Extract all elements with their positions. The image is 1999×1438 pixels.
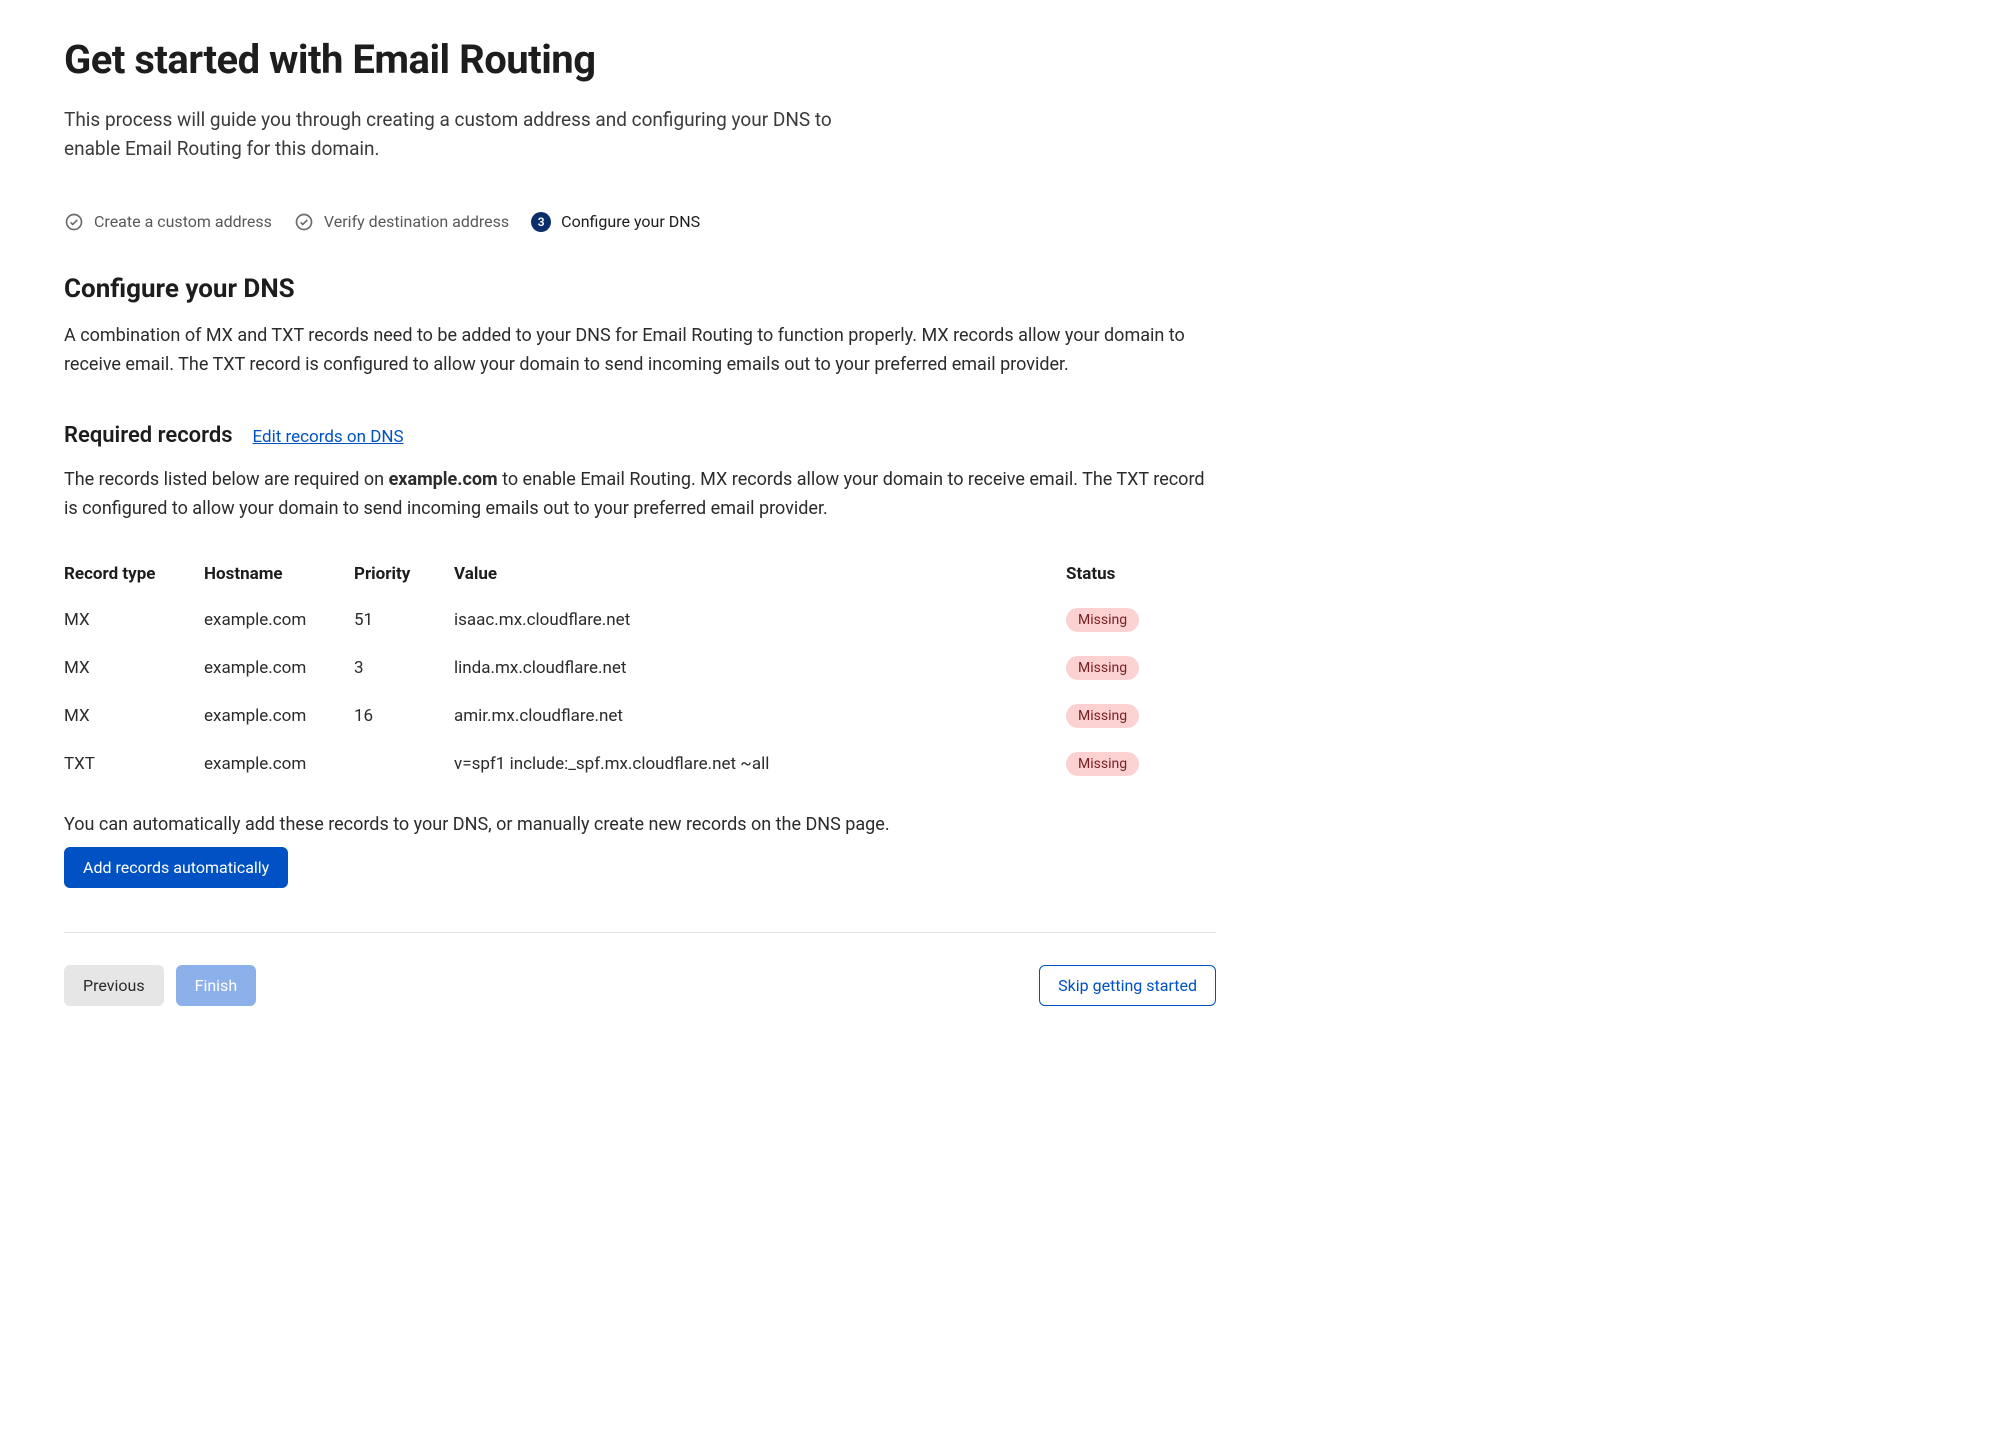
required-records-description: The records listed below are required on… (64, 466, 1216, 524)
cell-record-type: MX (64, 596, 204, 644)
add-records-automatically-button[interactable]: Add records automatically (64, 847, 288, 888)
step-verify-destination[interactable]: Verify destination address (294, 212, 509, 232)
th-priority: Priority (354, 554, 454, 596)
status-badge: Missing (1066, 752, 1139, 776)
auto-add-hint: You can automatically add these records … (64, 814, 1216, 835)
page-lead: This process will guide you through crea… (64, 105, 844, 164)
required-records-table: Record type Hostname Priority Value Stat… (64, 554, 1216, 788)
check-circle-icon (64, 212, 84, 232)
cell-hostname: example.com (204, 644, 354, 692)
section-heading: Configure your DNS (64, 274, 1216, 304)
cell-priority: 51 (354, 596, 454, 644)
cell-hostname: example.com (204, 692, 354, 740)
cell-value: amir.mx.cloudflare.net (454, 692, 1066, 740)
edit-records-link[interactable]: Edit records on DNS (253, 427, 404, 447)
step-label: Verify destination address (324, 212, 509, 231)
cell-hostname: example.com (204, 596, 354, 644)
table-row: MX example.com 16 amir.mx.cloudflare.net… (64, 692, 1216, 740)
cell-priority (354, 740, 454, 788)
status-badge: Missing (1066, 608, 1139, 632)
required-desc-prefix: The records listed below are required on (64, 469, 389, 490)
th-value: Value (454, 554, 1066, 596)
page-title: Get started with Email Routing (64, 36, 1216, 83)
skip-getting-started-button[interactable]: Skip getting started (1039, 965, 1216, 1006)
cell-value: isaac.mx.cloudflare.net (454, 596, 1066, 644)
cell-record-type: TXT (64, 740, 204, 788)
cell-priority: 16 (354, 692, 454, 740)
table-row: MX example.com 3 linda.mx.cloudflare.net… (64, 644, 1216, 692)
step-label: Create a custom address (94, 212, 272, 231)
step-create-address[interactable]: Create a custom address (64, 212, 272, 232)
status-badge: Missing (1066, 704, 1139, 728)
cell-priority: 3 (354, 644, 454, 692)
section-description: A combination of MX and TXT records need… (64, 322, 1216, 380)
wizard-steps: Create a custom address Verify destinati… (64, 212, 1216, 232)
th-record-type: Record type (64, 554, 204, 596)
step-configure-dns[interactable]: 3 Configure your DNS (531, 212, 700, 232)
step-label: Configure your DNS (561, 212, 700, 231)
th-status: Status (1066, 554, 1216, 596)
finish-button[interactable]: Finish (176, 965, 257, 1006)
table-row: MX example.com 51 isaac.mx.cloudflare.ne… (64, 596, 1216, 644)
cell-record-type: MX (64, 692, 204, 740)
wizard-footer: Previous Finish Skip getting started (64, 965, 1216, 1006)
status-badge: Missing (1066, 656, 1139, 680)
cell-value: v=spf1 include:_spf.mx.cloudflare.net ~a… (454, 740, 1066, 788)
previous-button[interactable]: Previous (64, 965, 164, 1006)
cell-hostname: example.com (204, 740, 354, 788)
th-hostname: Hostname (204, 554, 354, 596)
table-row: TXT example.com v=spf1 include:_spf.mx.c… (64, 740, 1216, 788)
required-records-heading: Required records (64, 423, 233, 448)
cell-value: linda.mx.cloudflare.net (454, 644, 1066, 692)
required-domain: example.com (389, 469, 498, 490)
cell-record-type: MX (64, 644, 204, 692)
step-number-badge: 3 (531, 212, 551, 232)
divider (64, 932, 1216, 933)
check-circle-icon (294, 212, 314, 232)
